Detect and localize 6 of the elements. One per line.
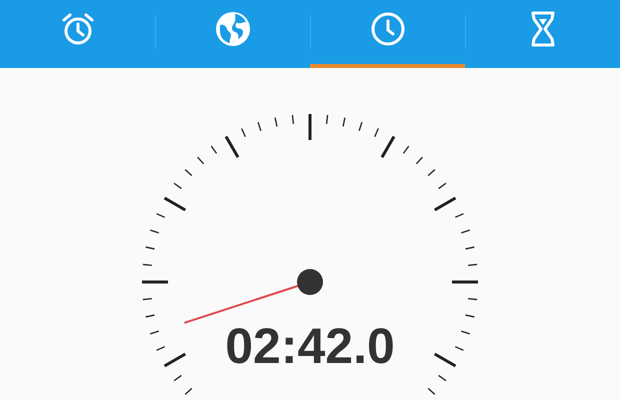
globe-icon (214, 11, 250, 47)
hourglass-icon (528, 11, 556, 47)
clock-icon (370, 11, 406, 47)
hand-pivot (297, 269, 323, 295)
elapsed-time: 02:42.0 (225, 318, 395, 374)
alarm-clock-icon (60, 11, 96, 47)
